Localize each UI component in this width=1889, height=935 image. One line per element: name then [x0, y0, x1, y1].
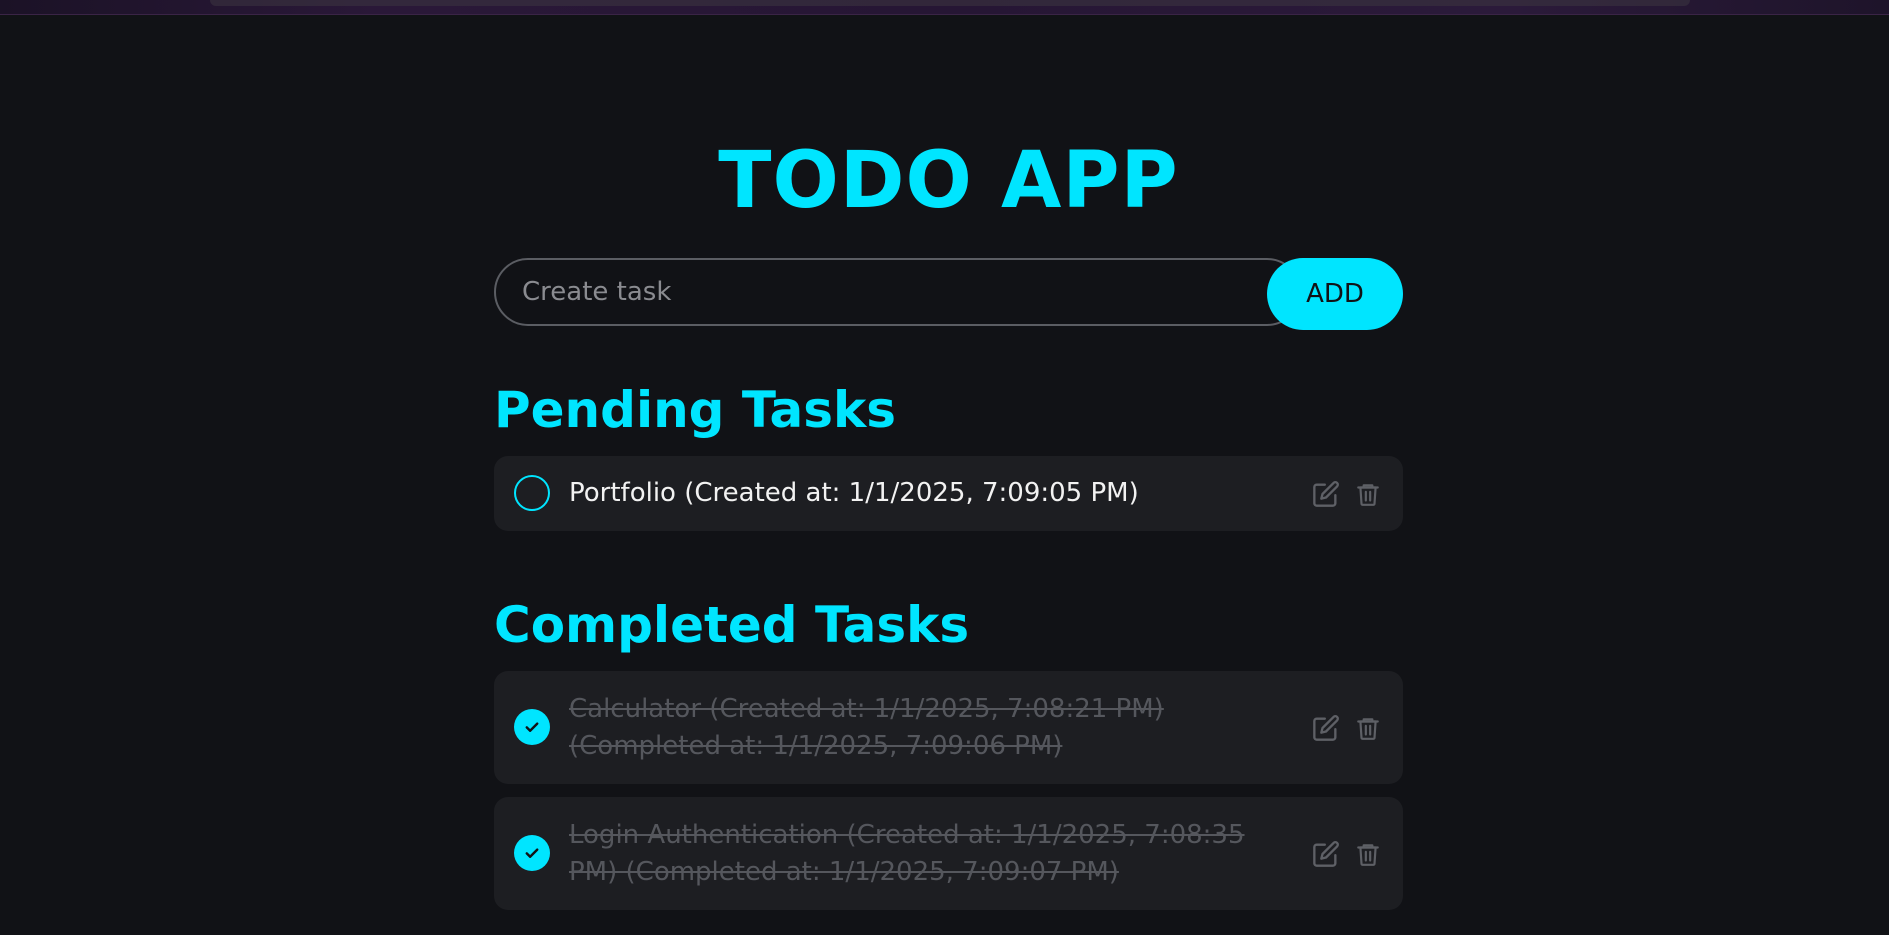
- browser-top-strip: [0, 0, 1889, 15]
- create-task-input[interactable]: [494, 258, 1301, 326]
- task-actions: [1311, 839, 1391, 869]
- trash-icon[interactable]: [1353, 839, 1383, 869]
- edit-icon[interactable]: [1311, 839, 1341, 869]
- pending-task-item: Portfolio (Created at: 1/1/2025, 7:09:05…: [494, 456, 1403, 531]
- completed-tasks-heading: Completed Tasks: [494, 596, 970, 654]
- task-text: Login Authentication (Created at: 1/1/20…: [569, 820, 1245, 887]
- trash-icon[interactable]: [1353, 713, 1383, 743]
- task-complete-toggle[interactable]: [514, 835, 550, 871]
- pending-tasks-heading: Pending Tasks: [494, 381, 897, 439]
- task-actions: [1311, 713, 1391, 743]
- completed-task-item: Calculator (Created at: 1/1/2025, 7:08:2…: [494, 671, 1403, 784]
- create-task-form: ADD: [494, 258, 1403, 330]
- task-text: Calculator (Created at: 1/1/2025, 7:08:2…: [569, 694, 1164, 761]
- trash-icon[interactable]: [1353, 479, 1383, 509]
- task-complete-toggle[interactable]: [514, 709, 550, 745]
- checkmark-icon: [525, 848, 539, 858]
- task-complete-toggle[interactable]: [514, 475, 550, 511]
- add-task-button[interactable]: ADD: [1267, 258, 1403, 330]
- top-bar-decoration: [210, 0, 1690, 6]
- task-text: Portfolio (Created at: 1/1/2025, 7:09:05…: [569, 478, 1139, 508]
- completed-task-item: Login Authentication (Created at: 1/1/20…: [494, 797, 1403, 910]
- app-title: TODO APP: [718, 136, 1179, 226]
- edit-icon[interactable]: [1311, 713, 1341, 743]
- edit-icon[interactable]: [1311, 479, 1341, 509]
- checkmark-icon: [525, 722, 539, 732]
- task-actions: [1311, 479, 1391, 509]
